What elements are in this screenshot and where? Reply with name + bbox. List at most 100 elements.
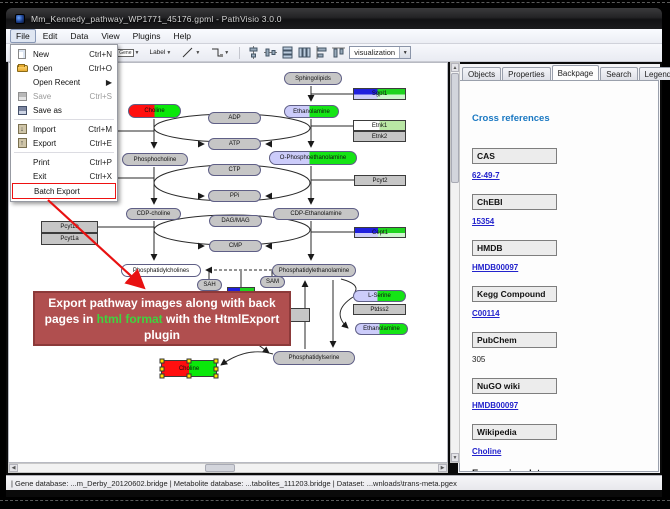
align-middle-icon[interactable] <box>264 46 277 59</box>
pathway-node-pcyt1a[interactable]: Pcyt1a <box>41 233 98 245</box>
chevron-down-icon[interactable]: ▼ <box>166 50 171 56</box>
pathway-node[interactable] <box>288 308 310 322</box>
canvas-vertical-scrollbar[interactable]: ▲ ▼ <box>450 62 460 463</box>
selection-handle[interactable] <box>214 366 219 371</box>
reference-link[interactable]: HMDB00097 <box>472 263 646 272</box>
reference-link[interactable]: C00114 <box>472 309 646 318</box>
menu-item-new[interactable]: NewCtrl+N <box>12 47 116 61</box>
pathway-node-cmp[interactable]: CMP <box>209 240 262 252</box>
pathway-node-label: Ethanolamine <box>363 326 400 332</box>
pathway-node-dag-mag[interactable]: DAG/MAG <box>209 215 262 227</box>
selection-handle[interactable] <box>160 366 165 371</box>
pathway-node-phosphatidylethanolamine[interactable]: Phosphatidylethanolamine <box>272 264 356 277</box>
reference-link[interactable]: Choline <box>472 447 646 456</box>
pathway-node-ethanolamine[interactable]: Ethanolamine <box>284 105 339 118</box>
pathway-node-pcyt1b[interactable]: Pcyt1b <box>41 221 98 233</box>
pathway-node-cdp-ethanolamine[interactable]: CDP-Ethanolamine <box>273 208 359 220</box>
pathway-node-ethanolamine[interactable]: Ethanolamine <box>355 323 408 335</box>
align-left-icon[interactable] <box>315 46 328 59</box>
scroll-left-icon[interactable]: ◀ <box>9 464 18 472</box>
pathway-node-label: CMP <box>229 243 242 249</box>
pathway-node-l-serine[interactable]: L-Serine <box>353 290 406 302</box>
chevron-down-icon[interactable]: ▼ <box>399 47 410 58</box>
menu-icon-spacer <box>16 186 30 197</box>
pathway-node-phosphocholine[interactable]: Phosphocholine <box>122 153 188 166</box>
pathway-node-etnk1[interactable]: Etnk1 <box>353 120 406 131</box>
pathway-node-choline[interactable]: Choline <box>128 104 181 118</box>
pathway-node-label: Etnk2 <box>372 134 387 140</box>
canvas-horizontal-scrollbar[interactable]: ◀ ▶ <box>8 463 448 473</box>
reference-source-name: HMDB <box>472 240 557 256</box>
selection-handle[interactable] <box>160 359 165 364</box>
menu-item-save-as[interactable]: Save as <box>12 103 116 117</box>
pathway-node-o-phosphoethanolamine[interactable]: O-Phosphoethanolamine <box>269 151 357 165</box>
pathway-node-atp[interactable]: ATP <box>208 138 261 150</box>
scroll-up-icon[interactable]: ▲ <box>451 63 459 72</box>
menu-bar: FileEditDataViewPluginsHelp <box>6 29 662 44</box>
tab-search[interactable]: Search <box>600 67 637 80</box>
selection-handle[interactable] <box>160 374 165 379</box>
chevron-down-icon[interactable]: ▼ <box>135 50 140 56</box>
menu-item-print[interactable]: PrintCtrl+P <box>12 155 116 169</box>
pathway-node-sam[interactable]: SAM <box>260 276 285 288</box>
visualization-combobox[interactable]: visualization ▼ <box>349 46 411 59</box>
pathway-node-ppi[interactable]: PPi <box>208 190 261 202</box>
add-line-button[interactable]: ▼ <box>178 44 203 61</box>
pathway-node-phosphatidylcholines[interactable]: Phosphatidylcholines <box>121 264 201 277</box>
menu-view[interactable]: View <box>95 29 125 43</box>
pathway-node-pcyt2[interactable]: Pcyt2 <box>354 175 406 186</box>
pathway-node-sah[interactable]: SAH <box>197 279 222 291</box>
menu-edit[interactable]: Edit <box>37 29 64 43</box>
add-label-button[interactable]: Label ▼ <box>146 47 174 58</box>
add-connector-button[interactable]: ▼ <box>207 44 232 61</box>
reference-link[interactable]: 62-49-7 <box>472 171 646 180</box>
menu-item-shortcut: Ctrl+X <box>90 172 112 181</box>
align-center-icon[interactable] <box>247 46 260 59</box>
selection-handle[interactable] <box>214 374 219 379</box>
align-top-icon[interactable] <box>332 46 345 59</box>
menu-item-open[interactable]: OpenCtrl+O <box>12 61 116 75</box>
menu-item-label: Exit <box>33 172 90 181</box>
menu-item-save[interactable]: SaveCtrl+S <box>12 89 116 103</box>
pathway-node-cept1[interactable]: Cept1 <box>354 227 406 238</box>
menu-item-import[interactable]: ↓ImportCtrl+M <box>12 122 116 136</box>
scrollbar-thumb[interactable] <box>451 73 459 183</box>
menu-plugins[interactable]: Plugins <box>127 29 167 43</box>
chevron-down-icon[interactable]: ▼ <box>195 50 200 56</box>
scrollbar-thumb[interactable] <box>205 464 235 472</box>
selection-handle[interactable] <box>187 359 192 364</box>
scroll-down-icon[interactable]: ▼ <box>451 453 459 462</box>
scroll-right-icon[interactable]: ▶ <box>438 464 447 472</box>
tab-properties[interactable]: Properties <box>502 67 550 80</box>
selection-handle[interactable] <box>214 359 219 364</box>
reference-link[interactable]: 15354 <box>472 217 646 226</box>
add-gene-button[interactable]: Gene ▼ <box>114 47 142 59</box>
pathway-node-sgpl1[interactable]: Sgpl1 <box>353 88 406 100</box>
pathway-node-cdp-choline[interactable]: CDP-choline <box>126 208 181 220</box>
stack-horizontal-icon[interactable] <box>298 46 311 59</box>
menu-icon-spacer <box>15 77 29 88</box>
pathway-node-phosphatidylserine[interactable]: Phosphatidylserine <box>273 351 355 365</box>
cross-reference-section: CAS62-49-7 <box>472 146 646 180</box>
tab-objects[interactable]: Objects <box>462 67 501 80</box>
menu-item-open-recent[interactable]: Open Recent▶ <box>12 75 116 89</box>
menu-file[interactable]: File <box>10 29 36 43</box>
pathway-node-label: Sphingolipids <box>295 76 331 82</box>
menu-item-exit[interactable]: ExitCtrl+X <box>12 169 116 183</box>
pathway-node-adp[interactable]: ADP <box>208 112 261 124</box>
tab-backpage[interactable]: Backpage <box>552 65 600 80</box>
menu-item-export[interactable]: ↑ExportCtrl+E <box>12 136 116 150</box>
selection-handle[interactable] <box>187 374 192 379</box>
pathway-node-choline[interactable]: Choline <box>161 360 217 377</box>
pathway-node-ptdss2[interactable]: Ptdss2 <box>353 304 406 315</box>
menu-item-batch-export[interactable]: Batch Export <box>12 183 116 199</box>
pathway-node-sphingolipids[interactable]: Sphingolipids <box>284 72 342 85</box>
tab-legend[interactable]: Legend <box>639 67 670 80</box>
pathway-node-etnk2[interactable]: Etnk2 <box>353 131 406 142</box>
menu-data[interactable]: Data <box>64 29 94 43</box>
menu-help[interactable]: Help <box>168 29 197 43</box>
stack-vertical-icon[interactable] <box>281 46 294 59</box>
reference-link[interactable]: HMDB00097 <box>472 401 646 410</box>
chevron-down-icon[interactable]: ▼ <box>224 50 229 56</box>
pathway-node-ctp[interactable]: CTP <box>208 164 261 176</box>
